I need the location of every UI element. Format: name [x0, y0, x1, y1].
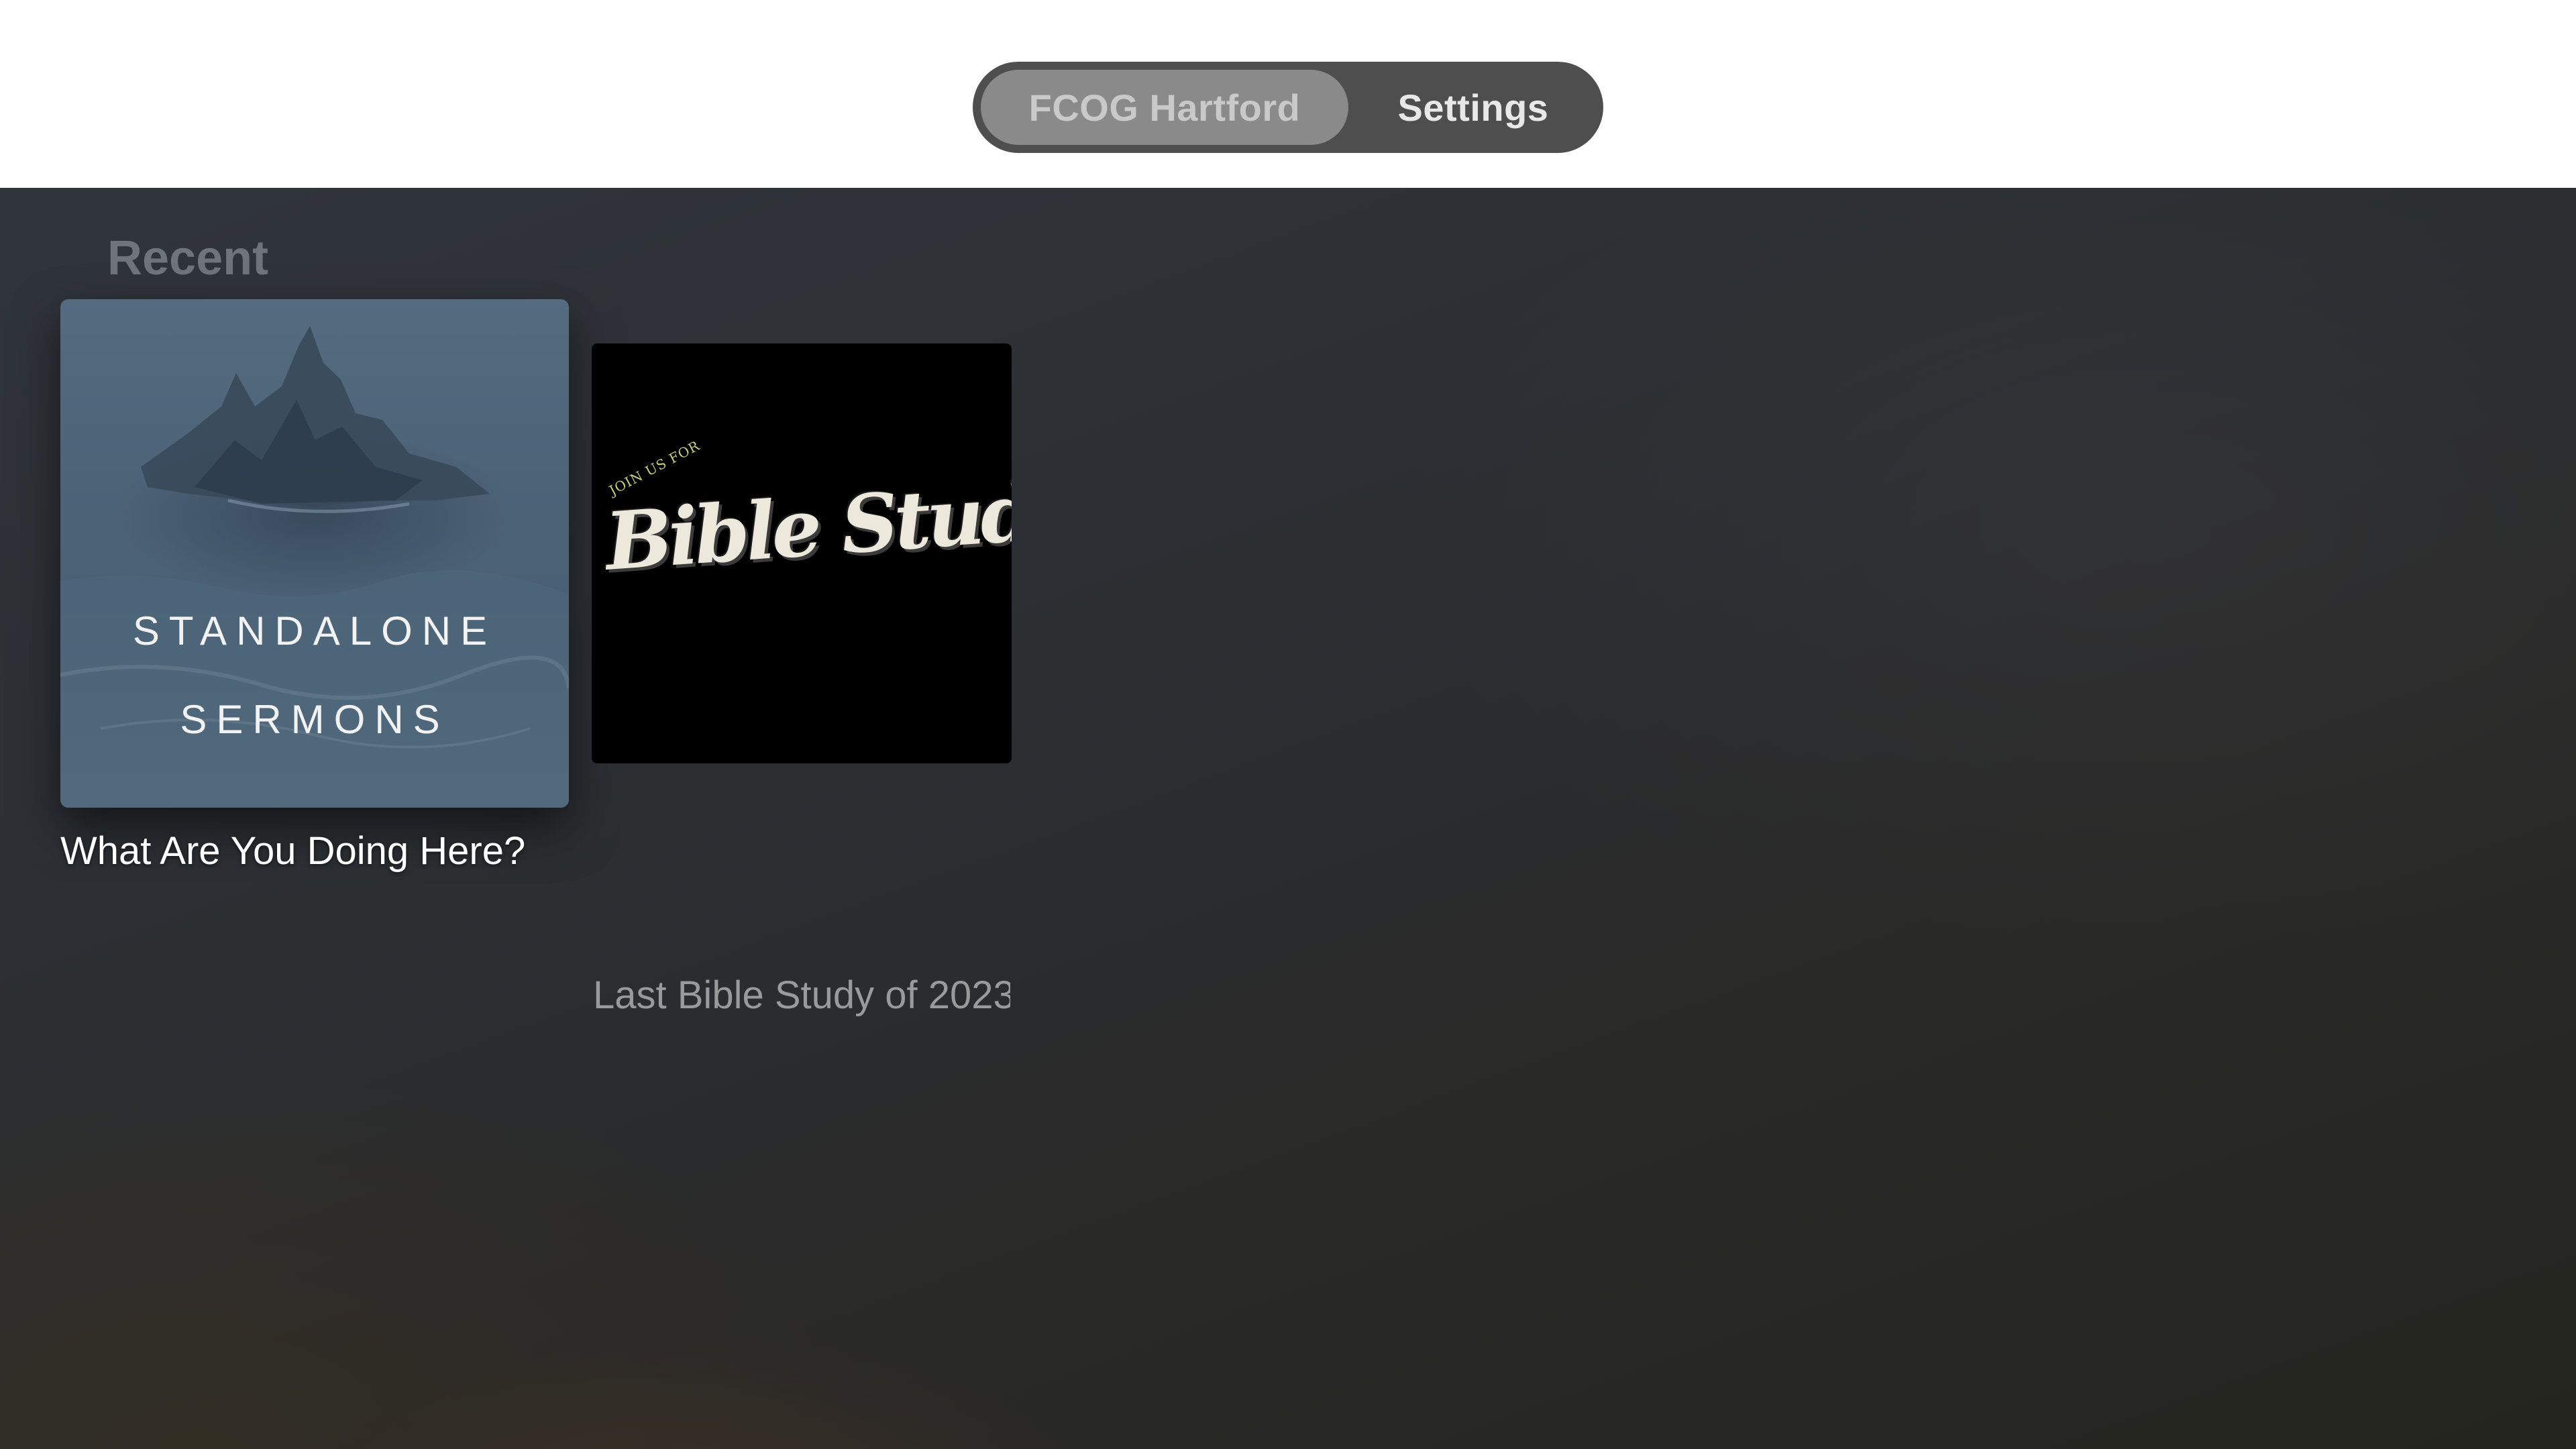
- tab-fcog-hartford[interactable]: FCOG Hartford: [981, 70, 1348, 145]
- main-content: Recent STANDALONE SERMONS What Are You D…: [0, 188, 2576, 1449]
- top-bar: FCOG Hartford Settings: [0, 0, 2576, 188]
- sermon-card-artwork[interactable]: STANDALONE SERMONS: [60, 299, 569, 808]
- bible-study-card-artwork[interactable]: JOIN US FOR Bible Study: [592, 343, 1012, 763]
- artwork-text-line: STANDALONE: [132, 608, 497, 653]
- section-heading-recent: Recent: [107, 231, 269, 285]
- artwork-script-text: Bible Study: [602, 462, 1012, 588]
- tab-bar: FCOG Hartford Settings: [973, 62, 1603, 153]
- tab-settings[interactable]: Settings: [1351, 70, 1595, 145]
- bible-study-title: Last Bible Study of 2023: [593, 973, 1010, 1017]
- sermon-title: What Are You Doing Here?: [60, 829, 526, 873]
- artwork-text-line: SERMONS: [180, 697, 449, 742]
